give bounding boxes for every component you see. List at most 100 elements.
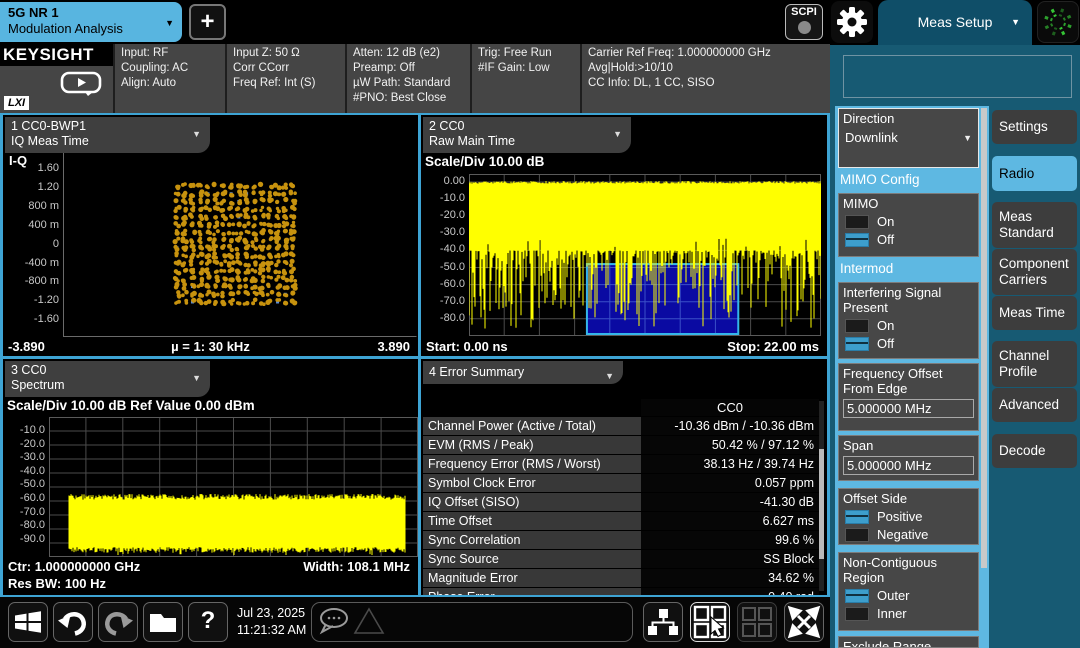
info-column-4: Carrier Ref Freq: 1.000000000 GHzAvg|Hol… [580, 44, 830, 113]
frequency-offset-value[interactable]: 5.000000 MHz [843, 399, 974, 418]
windows-area: 1 CC0-BWP1 IQ Meas Time ▼ I-Q 1.601.2080… [0, 113, 830, 597]
table-header-row: CC0 [423, 399, 819, 417]
scpi-label: SCPI [786, 5, 822, 19]
menu-tab-radio[interactable]: Radio [992, 156, 1077, 191]
menu-scrollbar-thumb[interactable] [981, 108, 987, 568]
message-icons [312, 603, 392, 641]
region-outer-option[interactable]: Outer [845, 588, 974, 603]
fullscreen-button[interactable] [784, 602, 824, 642]
top-bar: 5G NR 1 Modulation Analysis ▼ + SCPI Mea… [0, 0, 1080, 44]
y-tick-label: -10.0 [440, 192, 465, 204]
span-value[interactable]: 5.000000 MHz [843, 456, 974, 475]
window4-title-dropdown[interactable]: 4 Error Summary ▼ [423, 361, 623, 384]
mimo-toggle-group[interactable]: MIMO On Off [838, 193, 979, 257]
y-tick-label: -30.0 [440, 226, 465, 238]
redo-icon [99, 603, 137, 641]
layout-diagram-button[interactable] [643, 602, 683, 642]
window-error-summary[interactable]: 4 Error Summary ▼ CC0Channel Power (Acti… [421, 359, 827, 595]
measurement-tab[interactable]: 5G NR 1 Modulation Analysis ▼ [0, 2, 182, 42]
mimo-on-option[interactable]: On [845, 214, 974, 229]
screen-share-icon[interactable] [59, 71, 103, 97]
folder-icon [144, 603, 182, 641]
y-tick-label: -70.0 [440, 295, 465, 307]
y-tick-label: -400 m [25, 257, 59, 269]
window-select-hand-icon [691, 603, 729, 641]
constellation-plot [63, 153, 417, 337]
menu-column: Direction Downlink ▼ MIMO Config MIMO On… [835, 106, 989, 648]
mimo-config-header: MIMO Config [835, 172, 983, 192]
window-iq-meas-time[interactable]: 1 CC0-BWP1 IQ Meas Time ▼ I-Q 1.601.2080… [3, 115, 418, 356]
direction-label: Direction [843, 111, 974, 126]
windows-start-button[interactable] [8, 602, 48, 642]
brand-logo: KEYSIGHT [0, 44, 113, 66]
y-tick-label: -30.0 [20, 451, 45, 463]
table-row: Symbol Clock Error0.057 ppm [423, 474, 819, 493]
measurement-mode: Modulation Analysis [8, 21, 174, 37]
datetime-display[interactable]: Jul 23, 2025 11:21:32 AM [237, 605, 306, 639]
grid-layout-button[interactable] [737, 602, 777, 642]
help-button[interactable]: ? [188, 602, 228, 642]
windows-logo-icon [9, 603, 47, 641]
stop-time-label: Stop: 22.00 ms [727, 339, 819, 354]
y-tick-label: -90.0 [20, 533, 45, 545]
select-window-button[interactable] [690, 602, 730, 642]
table-row: Sync SourceSS Block [423, 550, 819, 569]
x-max-label: 3.890 [377, 339, 410, 354]
window4-title: 4 Error Summary [429, 365, 597, 380]
table-scrollbar[interactable] [819, 401, 824, 591]
menu-title-tab[interactable]: Meas Setup ▼ [878, 0, 1032, 45]
exclude-range-label: Exclude Range [843, 639, 974, 648]
offset-side-group[interactable]: Offset Side Positive Negative [838, 488, 979, 545]
menu-tab-channel-profile[interactable]: Channel Profile [992, 341, 1077, 387]
window-raw-main-time[interactable]: 2 CC0 Raw Main Time ▼ Scale/Div 10.00 dB… [421, 115, 827, 356]
window-spectrum[interactable]: 3 CC0 Spectrum ▼ Scale/Div 10.00 dB Ref … [3, 359, 418, 595]
add-measurement-button[interactable]: + [189, 4, 226, 40]
info-column-1: Input Z: 50 ΩCorr CCorrFreq Ref: Int (S) [225, 44, 345, 113]
message-area[interactable] [311, 602, 633, 642]
interfering-off-option[interactable]: Off [845, 336, 974, 351]
interfering-label: Interfering Signal Present [843, 285, 974, 315]
table-row: Magnitude Error34.62 % [423, 569, 819, 588]
scpi-button[interactable]: SCPI [785, 4, 823, 40]
undo-button[interactable] [53, 602, 93, 642]
direction-dropdown[interactable]: Direction Downlink ▼ [838, 108, 979, 168]
offset-side-negative-option[interactable]: Negative [845, 527, 974, 542]
undo-icon [54, 603, 92, 641]
y-tick-label: -20.0 [440, 209, 465, 221]
time-trace-plot [469, 174, 821, 336]
analyzer-screen: 5G NR 1 Modulation Analysis ▼ + SCPI Mea… [0, 0, 1080, 648]
y-tick-label: -40.0 [20, 465, 45, 477]
res-bw-label: Res BW: 100 Hz [8, 576, 106, 591]
menu-tab-decode[interactable]: Decode [992, 434, 1077, 468]
table-scrollbar-thumb[interactable] [819, 449, 824, 559]
question-icon: ? [201, 607, 216, 634]
menu-tab-meas-standard[interactable]: Meas Standard [992, 202, 1077, 248]
redo-button[interactable] [98, 602, 138, 642]
toggle-off-indicator [845, 319, 869, 333]
span-field[interactable]: Span 5.000000 MHz [838, 435, 979, 481]
busy-indicator-button[interactable] [1037, 1, 1079, 43]
frequency-offset-field[interactable]: Frequency Offset From Edge 5.000000 MHz [838, 363, 979, 431]
settings-gear-button[interactable] [831, 1, 873, 43]
offset-side-label: Offset Side [843, 491, 974, 506]
y-tick-label: 0.00 [444, 175, 465, 187]
y-tick-label: 400 m [28, 219, 59, 231]
noncontiguous-region-group[interactable]: Non-Contiguous Region Outer Inner [838, 552, 979, 631]
menu-tab-meas-time[interactable]: Meas Time [992, 296, 1077, 330]
region-inner-option[interactable]: Inner [845, 606, 974, 621]
lxi-badge: LXI [4, 96, 29, 110]
panel-readout-box [843, 55, 1072, 98]
toggle-off-indicator [845, 215, 869, 229]
toggle-on-indicator [845, 510, 869, 524]
interfering-signal-group[interactable]: Interfering Signal Present On Off [838, 282, 979, 359]
y-tick-label: -70.0 [20, 506, 45, 518]
menu-tab-component-carriers[interactable]: Component Carriers [992, 249, 1077, 295]
menu-tab-advanced[interactable]: Advanced [992, 388, 1077, 422]
menu-tab-settings[interactable]: Settings [992, 110, 1077, 144]
interfering-on-option[interactable]: On [845, 318, 974, 333]
offset-side-positive-option[interactable]: Positive [845, 509, 974, 524]
mimo-off-option[interactable]: Off [845, 232, 974, 247]
exclude-range-group[interactable]: Exclude Range [838, 636, 979, 648]
file-button[interactable] [143, 602, 183, 642]
table-row: Time Offset6.627 ms [423, 512, 819, 531]
